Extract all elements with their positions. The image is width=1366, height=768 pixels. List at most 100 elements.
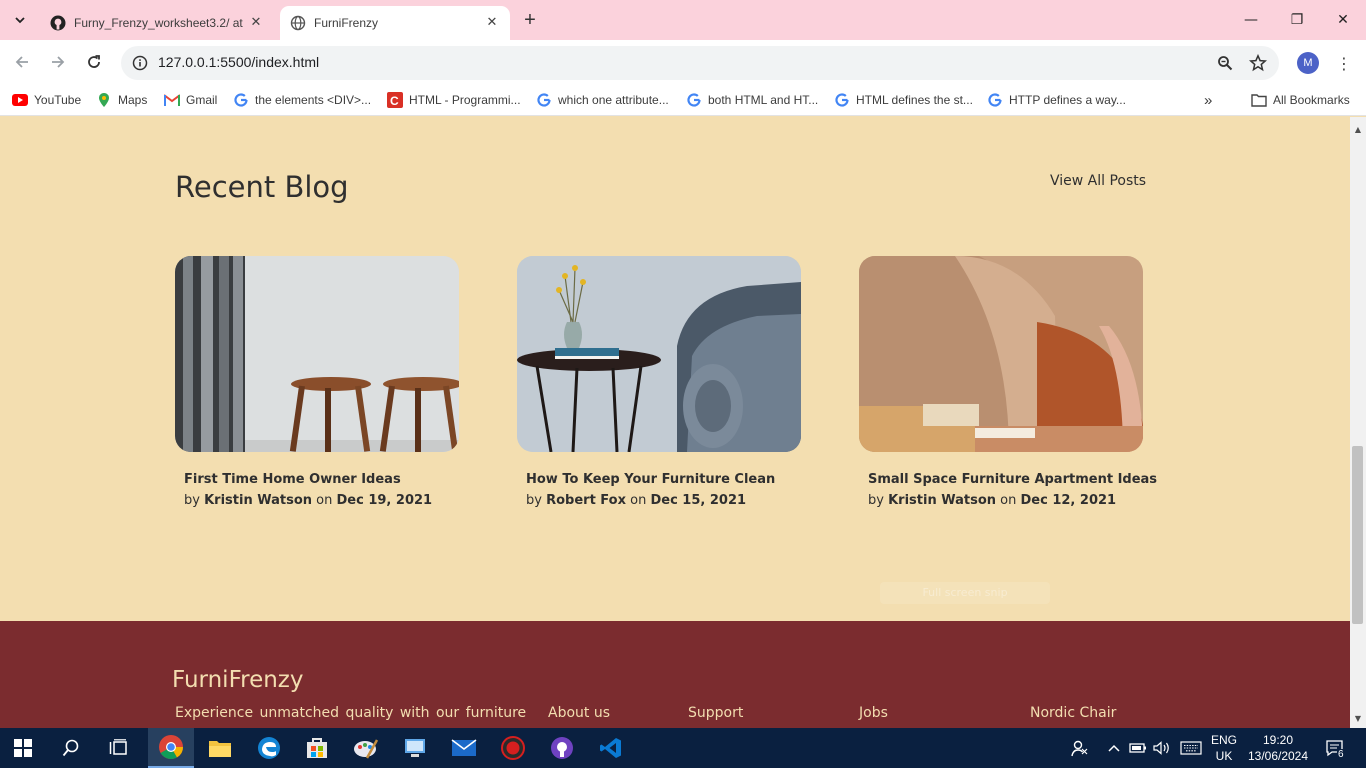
- bookmark-label: Maps: [118, 93, 148, 107]
- github-icon: [551, 737, 573, 759]
- start-button[interactable]: [0, 728, 46, 768]
- taskbar-file-explorer[interactable]: [197, 728, 243, 768]
- google-icon: [233, 92, 249, 108]
- on-text: on: [630, 493, 647, 508]
- tab-title: FurniFrenzy: [314, 16, 379, 30]
- blog-image-side-table[interactable]: [517, 256, 801, 452]
- footer-brand[interactable]: FurniFrenzy: [172, 667, 304, 693]
- window-close-button[interactable]: ✕: [1320, 0, 1366, 40]
- bookmark-google-1[interactable]: the elements <DIV>...: [233, 91, 371, 109]
- back-button[interactable]: [8, 48, 36, 76]
- youtube-icon: [12, 92, 28, 108]
- close-tab-icon[interactable]: ✕: [248, 15, 264, 31]
- notification-center-button[interactable]: 6: [1320, 728, 1350, 768]
- site-info-icon[interactable]: [130, 53, 150, 73]
- forward-button[interactable]: [44, 48, 72, 76]
- bookmark-label: YouTube: [34, 93, 82, 107]
- post-author: Kristin Watson: [888, 493, 997, 508]
- vscode-icon: [600, 738, 621, 758]
- bookmark-google-2[interactable]: which one attribute...: [536, 91, 669, 109]
- bookmark-label: the elements <DIV>...: [255, 93, 372, 107]
- bookmark-star-icon[interactable]: [1247, 52, 1269, 74]
- blog-post-title[interactable]: How To Keep Your Furniture Clean: [526, 472, 775, 487]
- tab-github[interactable]: Furny_Frenzy_worksheet3.2/ at ✕: [40, 6, 274, 40]
- zoom-icon[interactable]: [1214, 52, 1236, 74]
- reload-button[interactable]: [80, 48, 108, 76]
- new-tab-button[interactable]: +: [518, 10, 542, 32]
- scroll-up-arrow-icon[interactable]: ▲: [1352, 124, 1364, 136]
- bookmark-youtube[interactable]: YouTube: [12, 91, 81, 109]
- bookmark-google-3[interactable]: both HTML and HT...: [686, 91, 818, 109]
- tab-furnifrenzy[interactable]: FurniFrenzy ✕: [280, 6, 510, 40]
- keyboard-icon[interactable]: [1177, 728, 1205, 768]
- bookmark-google-4[interactable]: HTML defines the st...: [834, 91, 973, 109]
- bookmark-label: Gmail: [186, 93, 218, 107]
- store-icon: [307, 738, 327, 758]
- close-tab-icon[interactable]: ✕: [484, 15, 500, 31]
- footer-link-support[interactable]: Support: [688, 705, 743, 721]
- profile-avatar[interactable]: M: [1297, 52, 1319, 74]
- chrome-icon: [159, 735, 183, 760]
- google-icon: [686, 92, 702, 108]
- taskbar-store[interactable]: [294, 728, 340, 768]
- scroll-down-arrow-icon[interactable]: ▼: [1352, 713, 1364, 725]
- google-icon: [834, 92, 850, 108]
- all-bookmarks-label: All Bookmarks: [1273, 93, 1350, 107]
- more-bookmarks-button[interactable]: »: [1204, 91, 1212, 109]
- blog-image-abstract-shapes[interactable]: [859, 256, 1143, 452]
- by-text: by: [868, 493, 884, 508]
- clock-time: 19:20: [1262, 733, 1294, 747]
- taskbar-paint[interactable]: [343, 728, 389, 768]
- blog-image-stools[interactable]: [175, 256, 459, 452]
- search-icon: [62, 739, 79, 757]
- bookmark-google-5[interactable]: HTTP defines a way...: [987, 91, 1126, 109]
- arrow-left-icon: [15, 56, 28, 68]
- scrollbar-thumb[interactable]: [1352, 446, 1363, 624]
- taskbar-vscode[interactable]: [588, 728, 634, 768]
- google-icon: [536, 92, 552, 108]
- url-text[interactable]: 127.0.0.1:5500/index.html: [158, 54, 319, 70]
- blog-post-meta: by Kristin Watson on Dec 12, 2021: [868, 493, 1116, 508]
- google-icon: [987, 92, 1003, 108]
- restore-button[interactable]: ❐: [1274, 0, 1320, 40]
- taskbar-mail[interactable]: [441, 728, 487, 768]
- taskbar-recorder[interactable]: [490, 728, 536, 768]
- blog-post-title[interactable]: Small Space Furniture Apartment Ideas: [868, 472, 1157, 487]
- footer-link-nordic-chair[interactable]: Nordic Chair: [1030, 705, 1116, 721]
- paint-icon: [354, 739, 379, 759]
- reload-icon: [88, 55, 100, 68]
- taskbar-github-desktop[interactable]: [539, 728, 585, 768]
- taskbar-remote-desktop[interactable]: [392, 728, 438, 768]
- bookmark-label: which one attribute...: [558, 93, 669, 107]
- blog-post-title[interactable]: First Time Home Owner Ideas: [184, 472, 401, 487]
- globe-icon: [290, 15, 306, 31]
- tab-search-button[interactable]: [8, 8, 32, 32]
- battery-icon[interactable]: [1127, 728, 1149, 768]
- task-view-button[interactable]: [96, 728, 142, 768]
- clock[interactable]: 19:20 13/06/2024: [1244, 732, 1312, 764]
- view-all-posts-link[interactable]: View All Posts: [1050, 173, 1146, 189]
- clock-date: 13/06/2024: [1247, 749, 1309, 763]
- page-scrollbar[interactable]: [1350, 117, 1366, 728]
- bookmark-label: HTML defines the st...: [856, 93, 973, 107]
- minimize-button[interactable]: —: [1228, 0, 1274, 40]
- language-indicator[interactable]: ENG UK: [1208, 732, 1240, 764]
- bookmark-label: HTTP defines a way...: [1009, 93, 1126, 107]
- bookmark-c[interactable]: C HTML - Programmi...: [387, 91, 521, 109]
- more-menu-icon[interactable]: ⋮: [1334, 52, 1354, 74]
- notification-count: 6: [1337, 749, 1345, 760]
- footer-link-about[interactable]: About us: [548, 705, 610, 721]
- bookmark-gmail[interactable]: Gmail: [164, 91, 217, 109]
- taskbar-search-button[interactable]: [48, 728, 94, 768]
- bookmark-maps[interactable]: Maps: [96, 91, 147, 109]
- blog-post-meta: by Robert Fox on Dec 15, 2021: [526, 493, 746, 508]
- footer-link-jobs[interactable]: Jobs: [859, 705, 888, 721]
- taskbar-chrome[interactable]: [148, 728, 194, 768]
- chevron-up-icon[interactable]: [1104, 728, 1124, 768]
- snip-overlay-hint: Full screen snip: [880, 582, 1050, 604]
- volume-icon[interactable]: [1151, 728, 1173, 768]
- people-icon[interactable]: [1066, 728, 1094, 768]
- region-code: UK: [1215, 749, 1233, 763]
- all-bookmarks-button[interactable]: All Bookmarks: [1251, 91, 1350, 109]
- taskbar-edge[interactable]: [246, 728, 292, 768]
